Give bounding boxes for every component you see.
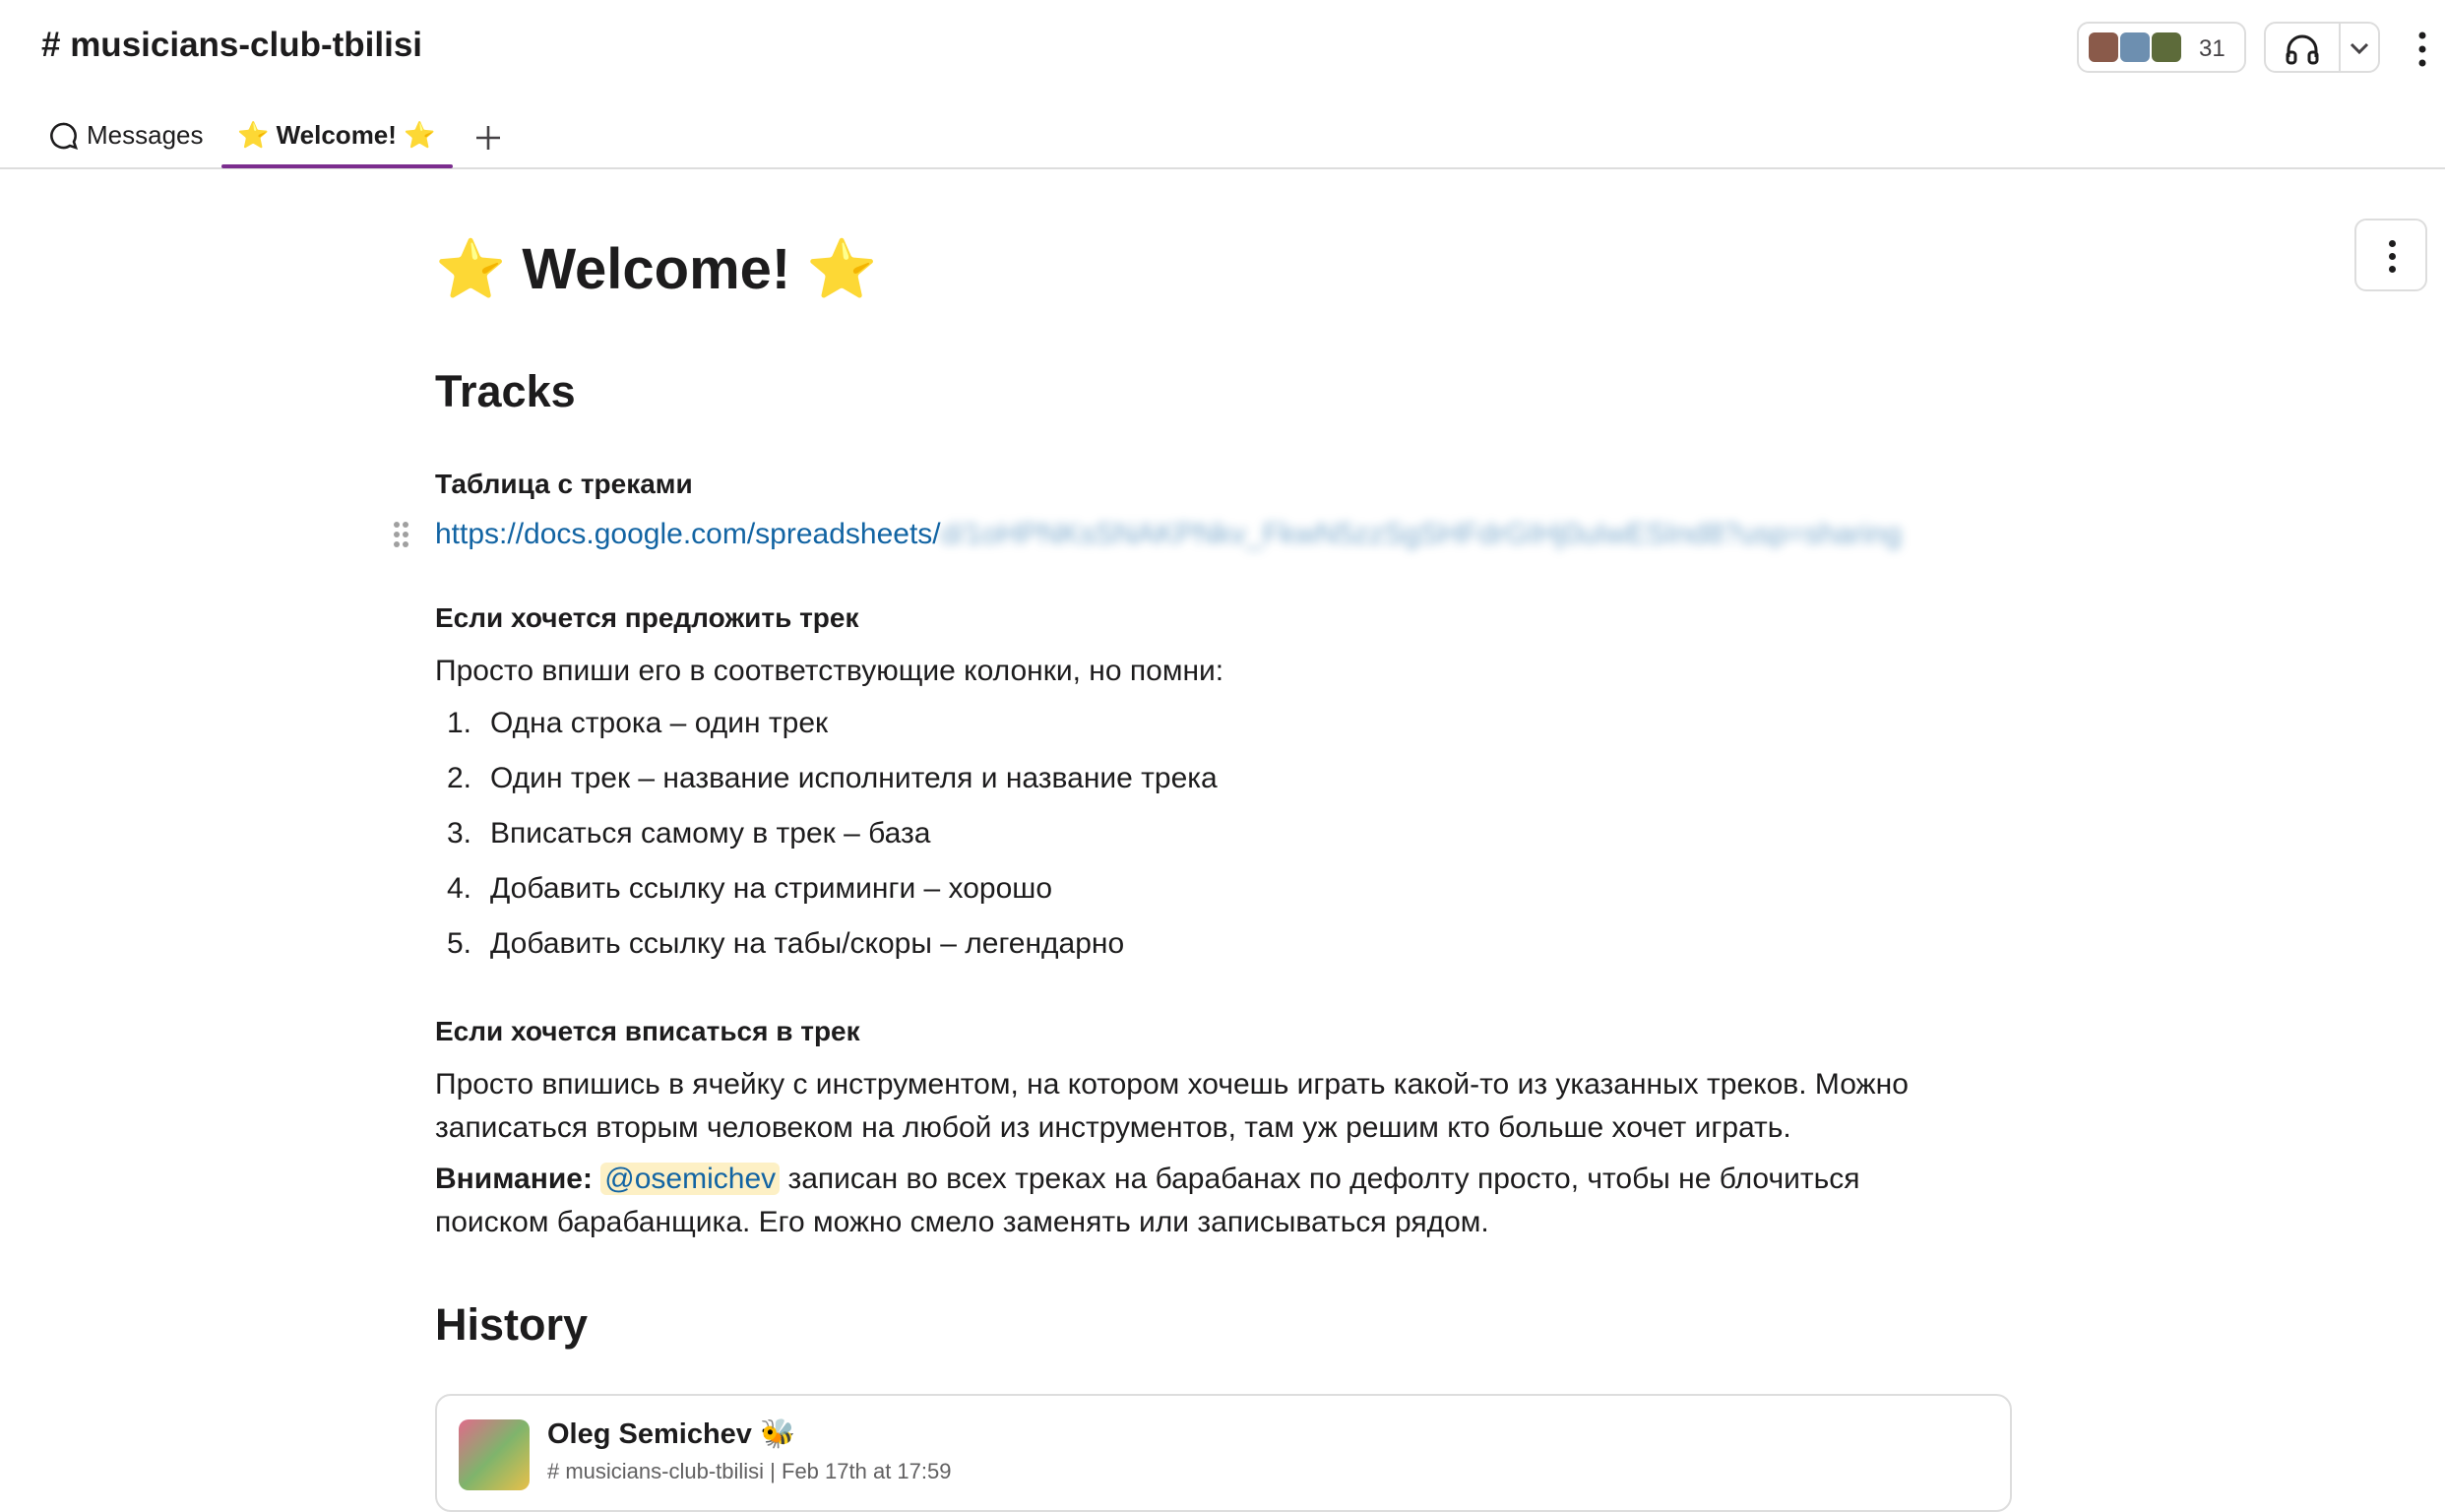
embedded-message-card[interactable]: Oleg Semichev 🐝 # musicians-club-tbilisi… bbox=[435, 1394, 2012, 1512]
chevron-down-icon[interactable] bbox=[2349, 41, 2370, 55]
list-item-text: Добавить ссылку на табы/скоры – легендар… bbox=[490, 927, 1125, 960]
list-number: 3. bbox=[447, 817, 472, 850]
section-heading-history: History bbox=[435, 1299, 589, 1350]
list-item-text: Одна строка – один трек bbox=[490, 707, 829, 739]
doc-title: ⭐ Welcome! ⭐ bbox=[435, 237, 878, 301]
member-avatars-button[interactable]: 31 bbox=[2077, 22, 2246, 73]
member-avatar bbox=[2118, 31, 2152, 64]
more-vertical-icon bbox=[2389, 266, 2396, 273]
tab-welcome[interactable]: ⭐ Welcome! ⭐ bbox=[221, 106, 453, 168]
list-item-text: Добавить ссылку на стриминги – хорошо bbox=[490, 872, 1053, 905]
plus-icon bbox=[476, 126, 500, 150]
list-number: 2. bbox=[447, 762, 472, 794]
more-vertical-icon bbox=[2418, 32, 2426, 67]
add-tab-button[interactable] bbox=[472, 112, 504, 160]
doc-more-button[interactable] bbox=[2354, 219, 2427, 291]
list-item-text: Вписаться самому в трек – база bbox=[490, 817, 931, 850]
channel-more-button[interactable] bbox=[2408, 24, 2437, 75]
message-author[interactable]: Oleg Semichev 🐝 bbox=[547, 1418, 795, 1451]
spreadsheet-link[interactable]: https://docs.google.com/spreadsheets/d/1… bbox=[435, 518, 1902, 551]
table-label: Таблица с треками bbox=[435, 469, 693, 499]
join-heading: Если хочется вписаться в трек bbox=[435, 1016, 860, 1046]
active-tab-indicator bbox=[221, 164, 453, 168]
list-item-text: Один трек – название исполнителя и назва… bbox=[490, 762, 1218, 794]
avatar[interactable] bbox=[459, 1419, 530, 1490]
huddle-button[interactable] bbox=[2264, 22, 2380, 73]
suggest-intro: Просто впиши его в соответствующие колон… bbox=[435, 655, 1224, 687]
spreadsheet-link-visible: https://docs.google.com/spreadsheets/ bbox=[435, 518, 941, 550]
list-number: 5. bbox=[447, 927, 472, 960]
attention-paragraph: Внимание: @osemichev записан во всех тре… bbox=[435, 1158, 1971, 1244]
channel-header: # musicians-club-tbilisi 31 Messages ⭐ W… bbox=[0, 0, 2445, 169]
huddle-divider bbox=[2339, 24, 2341, 71]
more-vertical-icon bbox=[2389, 240, 2396, 247]
channel-title[interactable]: # musicians-club-tbilisi bbox=[41, 26, 422, 65]
chat-bubble-icon bbox=[50, 122, 79, 151]
drag-handle-icon[interactable] bbox=[394, 522, 409, 549]
list-number: 1. bbox=[447, 707, 472, 739]
spreadsheet-link-blurred: d/1oHPNKsSNAKPNkv_FkwN5zzSgSHFdrGIHj0uIw… bbox=[940, 518, 1902, 550]
suggest-heading: Если хочется предложить трек bbox=[435, 602, 859, 633]
more-vertical-icon bbox=[2389, 253, 2396, 260]
list-number: 4. bbox=[447, 872, 472, 905]
message-meta[interactable]: # musicians-club-tbilisi | Feb 17th at 1… bbox=[547, 1459, 951, 1484]
join-text: Просто впишись в ячейку с инструментом, … bbox=[435, 1068, 1909, 1144]
channel-tabs: Messages ⭐ Welcome! ⭐ bbox=[0, 106, 689, 169]
tab-label: ⭐ Welcome! ⭐ bbox=[237, 120, 436, 150]
tab-label: Messages bbox=[87, 120, 204, 150]
member-avatar bbox=[2150, 31, 2183, 64]
attention-label: Внимание: bbox=[435, 1163, 593, 1195]
section-heading-tracks: Tracks bbox=[435, 366, 576, 416]
member-avatar bbox=[2087, 31, 2120, 64]
headphones-icon bbox=[2286, 34, 2319, 65]
member-count: 31 bbox=[2199, 35, 2226, 62]
user-mention[interactable]: @osemichev bbox=[600, 1163, 781, 1195]
